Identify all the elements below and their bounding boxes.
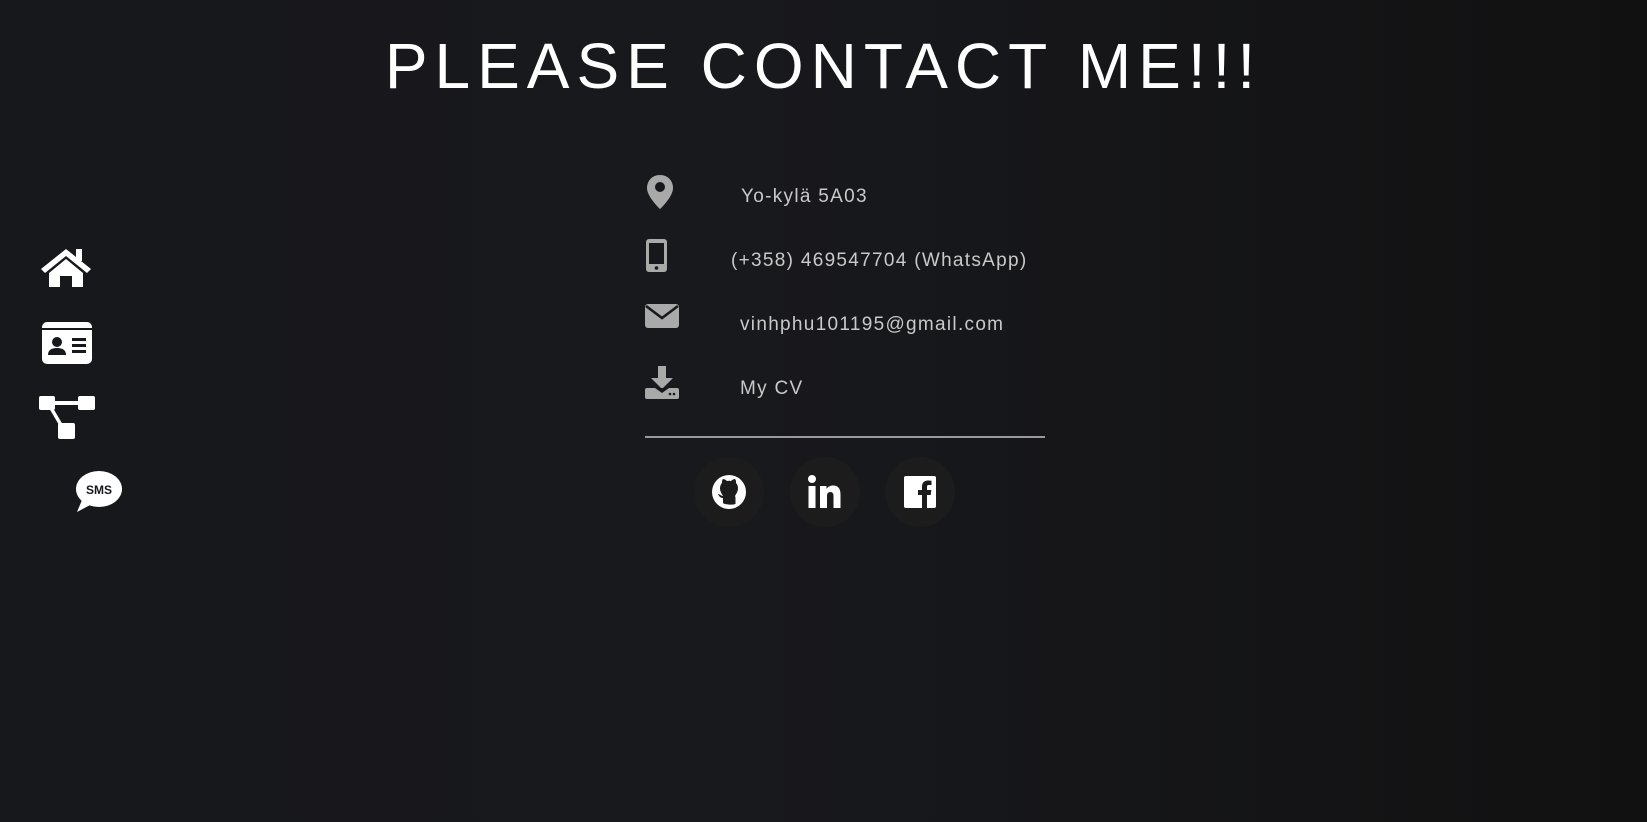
github-link[interactable] bbox=[694, 457, 764, 527]
envelope-icon bbox=[645, 302, 679, 335]
home-icon bbox=[41, 249, 91, 287]
id-card-icon bbox=[42, 322, 92, 364]
nav-home-link[interactable] bbox=[41, 247, 91, 287]
sms-icon: SMS bbox=[76, 471, 122, 512]
facebook-link[interactable] bbox=[885, 457, 955, 527]
mobile-phone-icon bbox=[645, 238, 669, 279]
location-pin-icon bbox=[645, 174, 675, 215]
linkedin-icon bbox=[808, 475, 841, 508]
address-text: Yo-kylä 5A03 bbox=[741, 186, 868, 207]
download-icon bbox=[645, 366, 679, 405]
divider bbox=[645, 436, 1045, 438]
contact-phone: (+358) 469547704 (WhatsApp) bbox=[645, 238, 1045, 278]
email-text: vinhphu101195@gmail.com bbox=[740, 314, 1005, 335]
project-diagram-icon bbox=[39, 396, 95, 439]
cv-link-text[interactable]: My CV bbox=[740, 378, 804, 400]
nav-contact-link[interactable]: SMS bbox=[74, 470, 122, 512]
sms-label: SMS bbox=[86, 483, 112, 497]
github-icon bbox=[712, 475, 746, 509]
contact-page: PLEASE CONTACT ME!!! SMS Yo-kylä 5A03 (+… bbox=[0, 0, 1647, 822]
nav-projects-link[interactable] bbox=[39, 394, 95, 440]
facebook-icon bbox=[904, 476, 936, 508]
contact-email: vinhphu101195@gmail.com bbox=[645, 302, 1045, 342]
contact-address: Yo-kylä 5A03 bbox=[645, 174, 1045, 214]
nav-about-link[interactable] bbox=[42, 322, 92, 364]
contact-cv-download[interactable]: My CV bbox=[645, 366, 1045, 406]
linkedin-link[interactable] bbox=[790, 457, 860, 527]
phone-text: (+358) 469547704 (WhatsApp) bbox=[731, 250, 1028, 271]
page-title: PLEASE CONTACT ME!!! bbox=[384, 30, 1263, 102]
